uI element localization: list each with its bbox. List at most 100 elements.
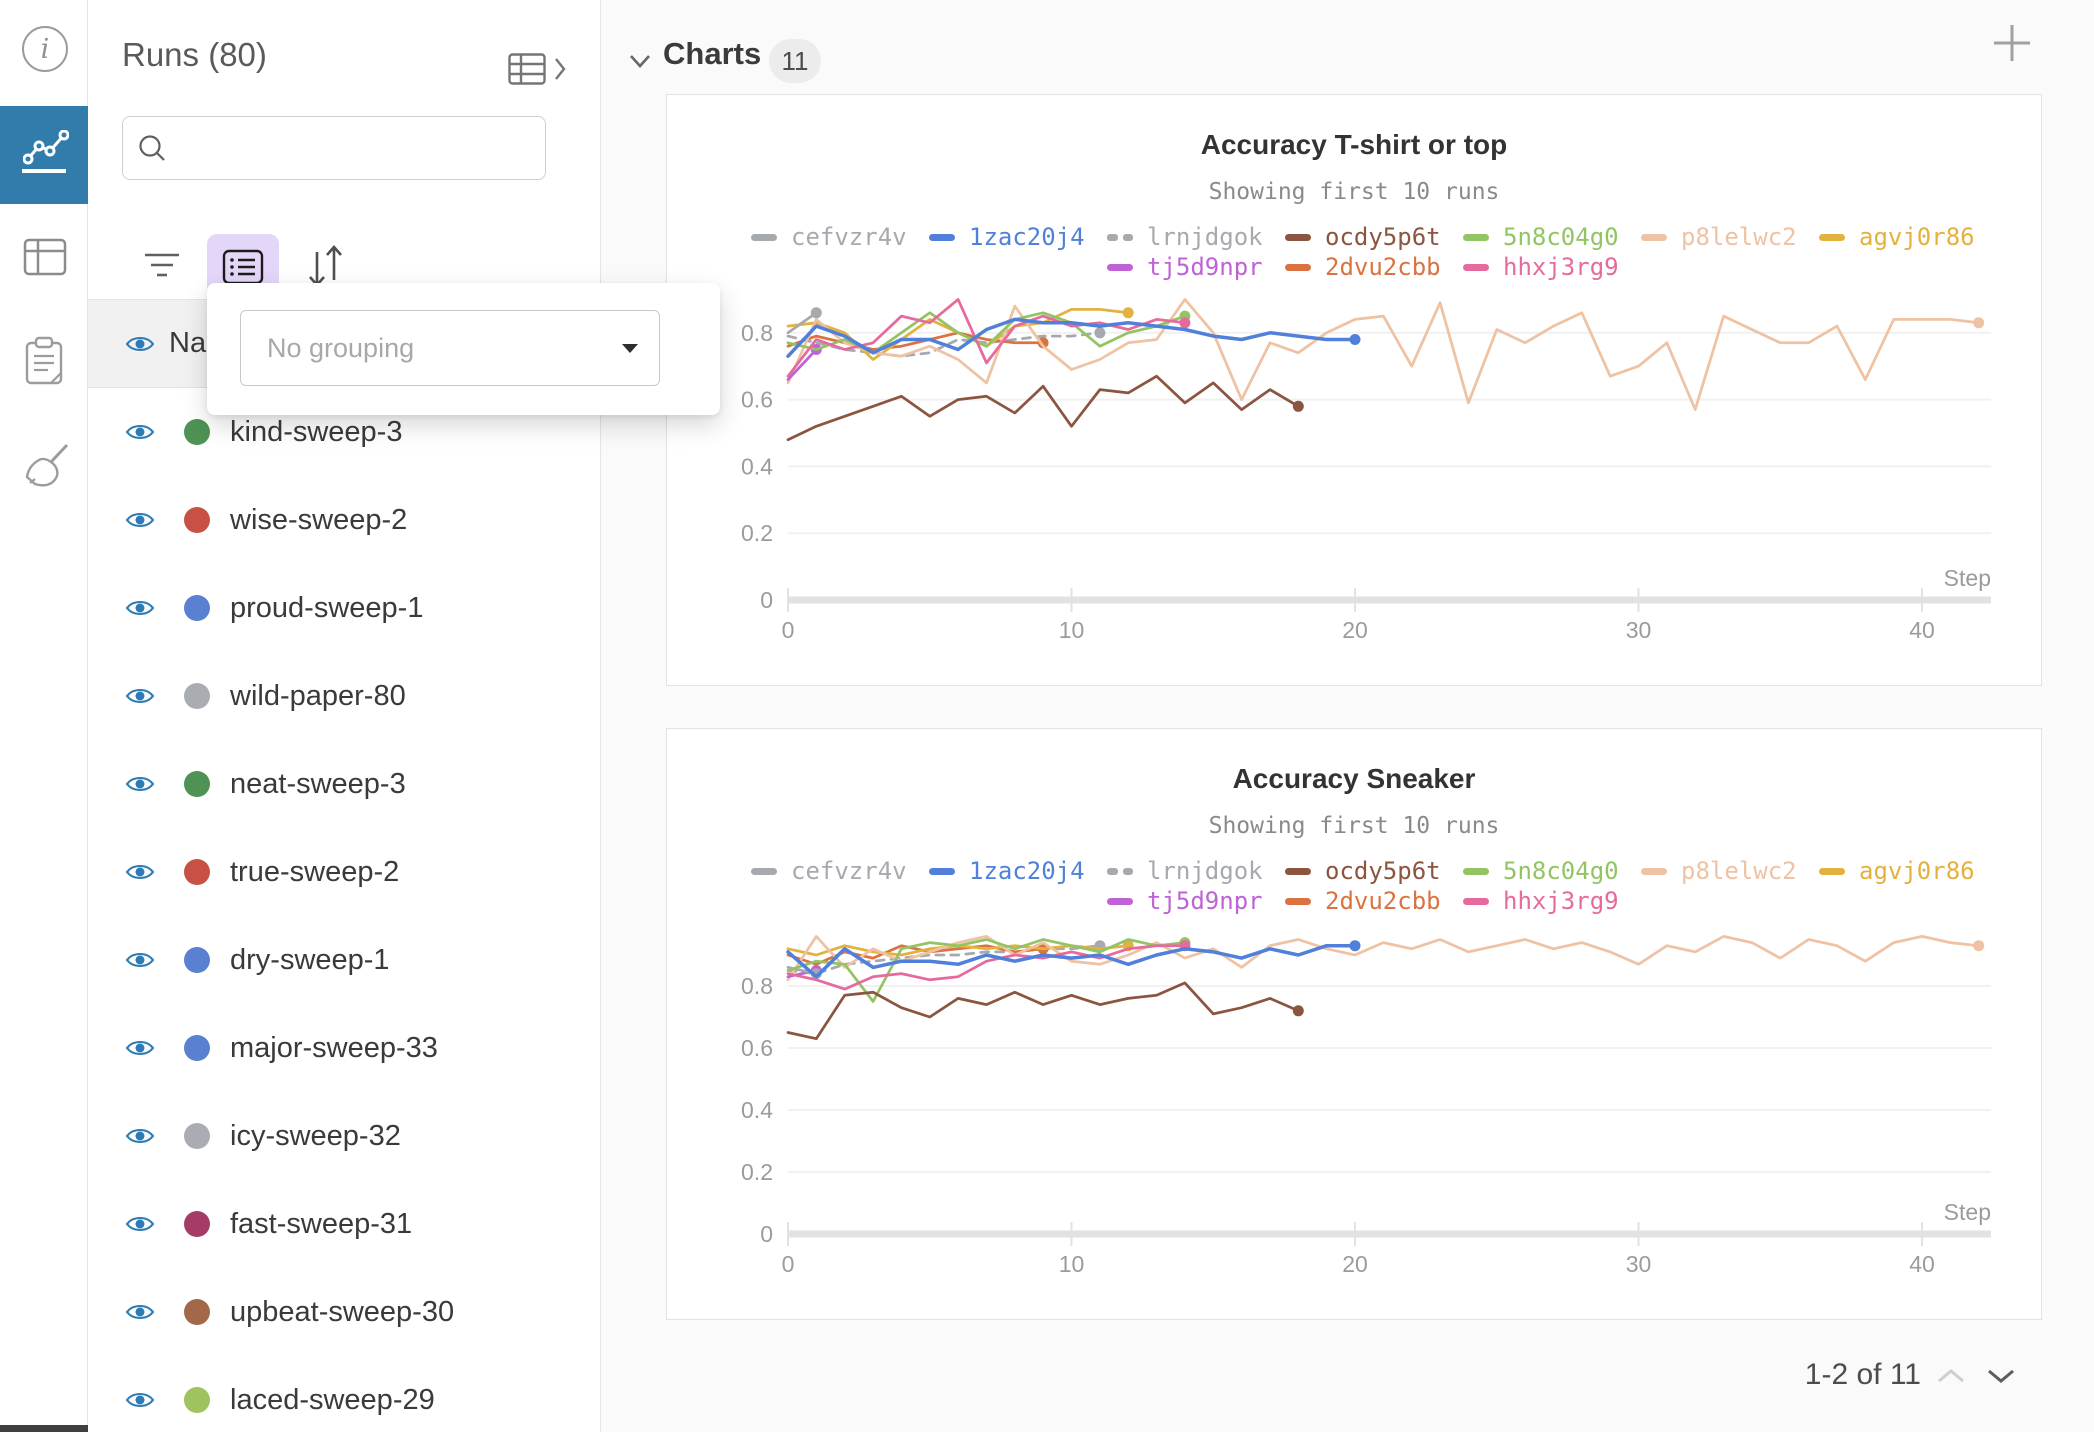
clipboard-icon[interactable]: [23, 336, 65, 386]
eye-icon[interactable]: [125, 685, 155, 707]
filter-button[interactable]: [138, 240, 186, 292]
svg-text:0: 0: [760, 1221, 773, 1247]
eye-icon[interactable]: [125, 861, 155, 883]
legend-item[interactable]: cefvzr4v: [751, 857, 929, 885]
run-row[interactable]: major-sweep-33: [88, 1004, 601, 1092]
run-name: kind-sweep-3: [230, 416, 402, 449]
legend-item[interactable]: ocdy5p6t: [1285, 857, 1463, 885]
legend-item[interactable]: agvj0r86: [1819, 223, 1997, 251]
legend-item[interactable]: 1zac20j4: [929, 223, 1107, 251]
legend-item[interactable]: agvj0r86: [1819, 857, 1997, 885]
run-row[interactable]: wise-sweep-2: [88, 476, 601, 564]
legend-item[interactable]: cefvzr4v: [751, 223, 929, 251]
run-row[interactable]: laced-sweep-29: [88, 1356, 601, 1432]
eye-icon[interactable]: [125, 1213, 155, 1235]
eye-icon[interactable]: [125, 597, 155, 619]
caret-down-icon: [621, 343, 639, 354]
charts-section: Charts 11 Accuracy T-shirt or top Showin…: [601, 0, 2094, 1432]
eye-icon[interactable]: [125, 421, 155, 443]
broom-icon[interactable]: [23, 442, 71, 492]
legend-run-id: cefvzr4v: [791, 857, 907, 885]
legend-run-id: 5n8c04g0: [1503, 223, 1619, 251]
run-row[interactable]: proud-sweep-1: [88, 564, 601, 652]
legend-swatch: [751, 868, 777, 875]
legend-run-id: agvj0r86: [1859, 857, 1975, 885]
run-color-dot: [184, 1387, 210, 1413]
svg-text:20: 20: [1342, 1251, 1368, 1277]
legend-swatch: [1641, 234, 1667, 241]
svg-text:Step: Step: [1944, 1199, 1991, 1225]
run-color-dot: [184, 771, 210, 797]
legend-item[interactable]: lrnjdgok: [1107, 857, 1285, 885]
legend-run-id: ocdy5p6t: [1325, 223, 1441, 251]
run-color-dot: [184, 1299, 210, 1325]
eye-icon[interactable]: [125, 509, 155, 531]
legend-swatch: [751, 234, 777, 241]
runs-list: kind-sweep-3 wise-sweep-2 proud-sweep-1 …: [88, 388, 601, 1432]
legend-run-id: agvj0r86: [1859, 223, 1975, 251]
legend-item[interactable]: 1zac20j4: [929, 857, 1107, 885]
chart-panel[interactable]: Accuracy T-shirt or top Showing first 10…: [666, 94, 2042, 686]
expand-runs-table-button[interactable]: [508, 48, 582, 90]
grouping-select[interactable]: No grouping: [240, 310, 660, 386]
page-down-button[interactable]: [1983, 1364, 2019, 1390]
run-row[interactable]: neat-sweep-3: [88, 740, 601, 828]
chart-legend-row-1: cefvzr4v 1zac20j4 lrnjdgok ocdy5p6t 5n8c04g0…: [751, 857, 1997, 885]
legend-item[interactable]: p8lelwc2: [1641, 857, 1819, 885]
svg-text:30: 30: [1626, 1251, 1652, 1277]
table-icon[interactable]: [23, 238, 67, 276]
chevron-up-icon: [1935, 1366, 1967, 1386]
legend-item[interactable]: 5n8c04g0: [1463, 857, 1641, 885]
eye-icon[interactable]: [125, 949, 155, 971]
eye-icon[interactable]: [125, 1037, 155, 1059]
legend-run-id: ocdy5p6t: [1325, 857, 1441, 885]
page-up-button[interactable]: [1933, 1364, 1969, 1390]
chevron-right-icon: [553, 56, 567, 82]
legend-swatch: [1463, 264, 1489, 271]
svg-text:0.2: 0.2: [741, 520, 773, 546]
legend-item[interactable]: lrnjdgok: [1107, 223, 1285, 251]
svg-text:0.4: 0.4: [741, 1097, 773, 1123]
run-row[interactable]: icy-sweep-32: [88, 1092, 601, 1180]
chart-subtitle: Showing first 10 runs: [667, 813, 2041, 839]
search-box[interactable]: [122, 116, 546, 180]
legend-item[interactable]: 5n8c04g0: [1463, 223, 1641, 251]
svg-text:0: 0: [760, 587, 773, 613]
legend-swatch: [1819, 868, 1845, 875]
run-row[interactable]: dry-sweep-1: [88, 916, 601, 1004]
svg-text:30: 30: [1626, 617, 1652, 643]
run-name: icy-sweep-32: [230, 1120, 401, 1153]
run-color-dot: [184, 947, 210, 973]
table-expand-icon: [508, 53, 546, 85]
tab-workspace-active[interactable]: [0, 106, 88, 204]
run-row[interactable]: upbeat-sweep-30: [88, 1268, 601, 1356]
eye-icon[interactable]: [125, 1125, 155, 1147]
legend-run-id: 1zac20j4: [969, 857, 1085, 885]
charts-section-title[interactable]: Charts: [663, 36, 761, 72]
legend-swatch: [1107, 234, 1133, 241]
legend-swatch: [1285, 868, 1311, 875]
eye-icon[interactable]: [125, 773, 155, 795]
run-name: wise-sweep-2: [230, 504, 407, 537]
grouping-select-value: No grouping: [267, 333, 621, 364]
eye-icon[interactable]: [125, 1389, 155, 1411]
run-color-dot: [184, 683, 210, 709]
legend-item[interactable]: ocdy5p6t: [1285, 223, 1463, 251]
chevron-down-icon[interactable]: [628, 52, 652, 70]
run-row[interactable]: fast-sweep-31: [88, 1180, 601, 1268]
run-color-dot: [184, 1035, 210, 1061]
eye-icon[interactable]: [125, 1301, 155, 1323]
run-row[interactable]: wild-paper-80: [88, 652, 601, 740]
svg-text:10: 10: [1059, 617, 1085, 643]
chart-legend-row-1: cefvzr4v 1zac20j4 lrnjdgok ocdy5p6t 5n8c04g0…: [751, 223, 1997, 251]
chart-panel[interactable]: Accuracy Sneaker Showing first 10 runs c…: [666, 728, 2042, 1320]
legend-item[interactable]: p8lelwc2: [1641, 223, 1819, 251]
legend-run-id: 1zac20j4: [969, 223, 1085, 251]
legend-swatch: [1285, 898, 1311, 905]
eye-icon[interactable]: [125, 333, 155, 355]
add-panel-button[interactable]: [1989, 20, 2035, 66]
info-icon[interactable]: i: [22, 26, 68, 72]
legend-swatch: [1463, 234, 1489, 241]
runs-search-input[interactable]: [179, 133, 531, 164]
run-row[interactable]: true-sweep-2: [88, 828, 601, 916]
